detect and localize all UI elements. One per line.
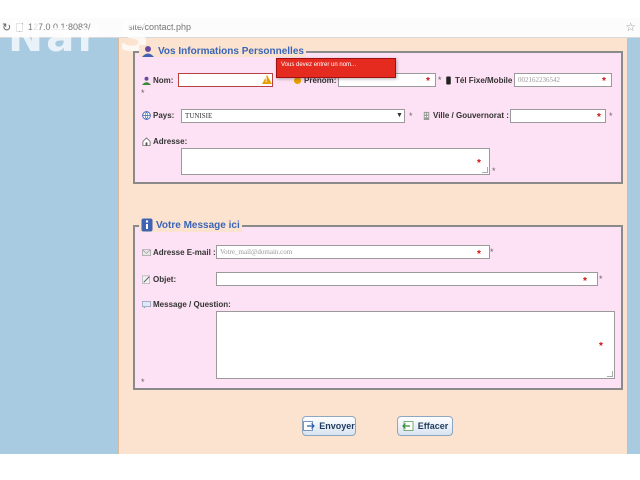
message-required-mark-outer: *	[141, 377, 145, 387]
phone-icon	[446, 76, 451, 85]
star-icon[interactable]: ☆	[625, 20, 636, 34]
pencil-icon	[142, 275, 150, 284]
resize-grip[interactable]	[482, 167, 488, 173]
email-label: Adresse E-mail :	[142, 248, 216, 257]
objet-input[interactable]	[216, 272, 598, 286]
prenom-required-mark-outer: *	[438, 75, 442, 85]
user-icon	[142, 76, 151, 85]
building-icon	[423, 111, 430, 120]
message-label: Message / Question:	[142, 300, 231, 309]
objet-required-mark-outer: *	[599, 274, 603, 284]
ville-required-mark: *	[597, 112, 601, 123]
message-icon	[142, 301, 151, 309]
personal-info-legend: Vos Informations Personnelles	[139, 45, 306, 57]
info-icon	[141, 218, 153, 232]
message-legend: Votre Message ici	[139, 218, 242, 232]
ville-required-mark-outer: *	[609, 111, 613, 121]
ville-label: Ville / Gouvernorat :	[422, 111, 509, 120]
send-icon	[303, 421, 316, 431]
clear-button-label: Effacer	[417, 421, 449, 431]
ville-input[interactable]	[510, 109, 606, 123]
globe-icon	[142, 111, 151, 120]
chevron-down-icon[interactable]: ▼	[396, 112, 403, 119]
warning-mark: !	[265, 77, 268, 84]
adresse-label: Adresse:	[142, 137, 187, 146]
send-button-label: Envoyer	[319, 421, 355, 431]
prenom-required-mark: *	[426, 76, 430, 87]
adresse-required-mark-outer: *	[492, 166, 496, 176]
email-required-mark-outer: *	[490, 247, 494, 257]
clear-button[interactable]: Effacer	[397, 416, 453, 436]
tel-label: Tél Fixe/Mobile :	[444, 76, 517, 85]
clear-icon	[401, 421, 414, 431]
nom-input[interactable]	[178, 73, 273, 87]
pays-label: Pays:	[142, 111, 174, 120]
right-panel	[628, 38, 640, 454]
email-icon	[142, 249, 151, 256]
resize-grip[interactable]	[607, 371, 613, 377]
adresse-required-mark: *	[477, 158, 481, 169]
tel-required-mark: *	[602, 76, 606, 87]
message-required-mark: *	[599, 341, 603, 352]
watermark: Nar S	[8, 12, 153, 61]
page: ↻ 127.0.0.1:8083/ site/contact.php ☆ Nar…	[0, 0, 640, 480]
email-required-mark: *	[477, 249, 481, 260]
personal-info-title: Vos Informations Personnelles	[158, 45, 304, 57]
message-textarea[interactable]	[216, 311, 615, 379]
pays-select[interactable]: TUNISIE	[181, 109, 405, 123]
tel-input[interactable]: 002162236542	[514, 73, 612, 87]
email-input[interactable]: Votre_mail@domain.com	[216, 245, 490, 259]
left-panel	[0, 38, 118, 454]
error-tooltip: Vous devez entrer un nom...	[276, 58, 396, 78]
message-title: Votre Message ici	[156, 219, 240, 231]
adresse-textarea[interactable]	[181, 148, 490, 175]
user-icon	[142, 46, 154, 57]
home-icon	[142, 137, 151, 146]
send-button[interactable]: Envoyer	[302, 416, 356, 436]
nom-label: Nom:	[142, 76, 173, 85]
objet-label: Objet:	[142, 275, 176, 284]
nom-required-mark: *	[141, 88, 145, 98]
pays-required-mark: *	[409, 111, 413, 121]
objet-required-mark: *	[583, 276, 587, 287]
